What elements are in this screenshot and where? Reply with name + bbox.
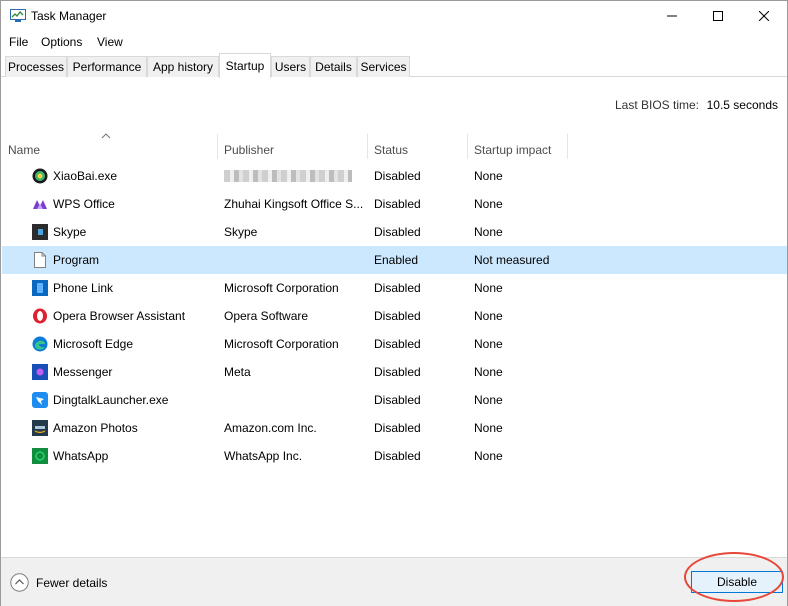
app-startup-impact: None	[474, 281, 503, 295]
app-startup-impact: None	[474, 365, 503, 379]
app-startup-impact: None	[474, 309, 503, 323]
app-name: WhatsApp	[53, 449, 109, 463]
app-publisher: WhatsApp Inc.	[224, 449, 303, 463]
dingtalk-icon	[32, 392, 48, 408]
app-publisher: Microsoft Corporation	[224, 281, 339, 295]
app-publisher: Skype	[224, 225, 258, 239]
app-publisher: Zhuhai Kingsoft Office S...	[224, 197, 364, 211]
table-row[interactable]: Opera Browser Assistant Opera Software D…	[2, 302, 787, 330]
app-name: Skype	[53, 225, 87, 239]
title-bar[interactable]: Task Manager	[1, 1, 787, 31]
table-row[interactable]: Messenger Meta Disabled None	[2, 358, 787, 386]
task-manager-window: Task Manager File Options View Processes…	[0, 0, 788, 606]
tab-startup[interactable]: Startup	[219, 53, 271, 78]
app-status: Disabled	[374, 449, 421, 463]
app-startup-impact: None	[474, 337, 503, 351]
app-publisher: Opera Software	[224, 309, 309, 323]
app-name: XiaoBai.exe	[53, 169, 118, 183]
table-row[interactable]: WhatsApp WhatsApp Inc. Disabled None	[2, 442, 787, 470]
app-status: Disabled	[374, 337, 421, 351]
app-name: WPS Office	[53, 197, 115, 211]
column-header-startup-impact[interactable]: Startup impact	[468, 134, 567, 159]
whatsapp-icon	[32, 448, 48, 464]
tab-services[interactable]: Services	[357, 56, 410, 77]
tab-app-history[interactable]: App history	[147, 56, 219, 77]
tab-details[interactable]: Details	[310, 56, 357, 77]
messenger-icon	[32, 364, 48, 380]
amazon-photos-icon	[32, 420, 48, 436]
app-status: Disabled	[374, 421, 421, 435]
menu-bar: File Options View	[1, 32, 787, 52]
app-status: Disabled	[374, 169, 421, 183]
close-icon	[759, 11, 769, 21]
table-row[interactable]: Phone Link Microsoft Corporation Disable…	[2, 274, 787, 302]
blank-file-icon	[34, 252, 46, 268]
app-name: Opera Browser Assistant	[53, 309, 186, 323]
app-status: Disabled	[374, 281, 421, 295]
app-name: Phone Link	[53, 281, 114, 295]
minimize-button[interactable]	[649, 1, 695, 31]
table-row[interactable]: XiaoBai.exe Disabled None	[2, 162, 787, 190]
app-name: Amazon Photos	[53, 421, 138, 435]
table-row[interactable]: Program Enabled Not measured	[2, 246, 787, 274]
footer-bar: Fewer details Disable	[1, 557, 787, 606]
column-header-name[interactable]: Name	[2, 134, 217, 159]
menu-options[interactable]: Options	[41, 35, 82, 49]
app-name: Messenger	[53, 365, 113, 379]
wps-office-icon	[33, 200, 47, 209]
maximize-icon	[713, 11, 723, 21]
table-row[interactable]: Amazon Photos Amazon.com Inc. Disabled N…	[2, 414, 787, 442]
task-manager-icon	[10, 9, 26, 22]
table-row[interactable]: Microsoft Edge Microsoft Corporation Dis…	[2, 330, 787, 358]
opera-icon	[33, 308, 47, 324]
phone-link-icon	[32, 280, 48, 296]
redacted-publisher	[224, 170, 352, 182]
app-startup-impact: None	[474, 421, 503, 435]
table-row[interactable]: DingtalkLauncher.exe Disabled None	[2, 386, 787, 414]
column-header-status[interactable]: Status	[368, 134, 467, 159]
menu-view[interactable]: View	[97, 35, 123, 49]
app-status: Disabled	[374, 225, 421, 239]
xiaobai-icon	[32, 168, 48, 184]
app-status: Enabled	[374, 253, 419, 267]
skype-icon	[32, 224, 48, 240]
app-startup-impact: None	[474, 197, 503, 211]
app-status: Disabled	[374, 197, 421, 211]
app-name: Microsoft Edge	[53, 337, 134, 351]
app-status: Disabled	[374, 393, 421, 407]
bios-time-value: 10.5 seconds	[706, 98, 778, 112]
window-title: Task Manager	[31, 9, 107, 23]
app-status: Disabled	[374, 309, 421, 323]
app-startup-impact: Not measured	[474, 253, 550, 267]
app-name: Program	[53, 253, 100, 267]
table-row[interactable]: Skype Skype Disabled None	[2, 218, 787, 246]
maximize-button[interactable]	[695, 1, 741, 31]
tab-performance[interactable]: Performance	[67, 56, 147, 77]
app-status: Disabled	[374, 365, 421, 379]
minimize-icon	[667, 15, 677, 17]
disable-button[interactable]: Disable	[691, 571, 783, 593]
app-startup-impact: None	[474, 393, 503, 407]
app-publisher: Amazon.com Inc.	[224, 421, 317, 435]
app-name: DingtalkLauncher.exe	[53, 393, 169, 407]
app-publisher: Microsoft Corporation	[224, 337, 339, 351]
app-publisher: Meta	[224, 365, 251, 379]
fewer-details-link[interactable]: Fewer details	[36, 576, 107, 590]
chevron-up-circle-icon[interactable]	[10, 573, 29, 592]
column-divider[interactable]	[567, 134, 568, 159]
app-startup-impact: None	[474, 225, 503, 239]
edge-icon	[32, 336, 48, 352]
tab-processes[interactable]: Processes	[5, 56, 67, 77]
column-header-row: Name Publisher Status Startup impact	[2, 133, 787, 159]
column-header-publisher[interactable]: Publisher	[218, 134, 367, 159]
tab-bar: Processes Performance App history Startu…	[1, 53, 787, 78]
app-startup-impact: None	[474, 449, 503, 463]
bios-time-label: Last BIOS time:	[614, 98, 699, 112]
close-button[interactable]	[741, 1, 787, 31]
menu-file[interactable]: File	[9, 35, 28, 49]
table-row[interactable]: WPS Office Zhuhai Kingsoft Office S... D…	[2, 190, 787, 218]
tab-users[interactable]: Users	[271, 56, 310, 77]
app-startup-impact: None	[474, 169, 503, 183]
